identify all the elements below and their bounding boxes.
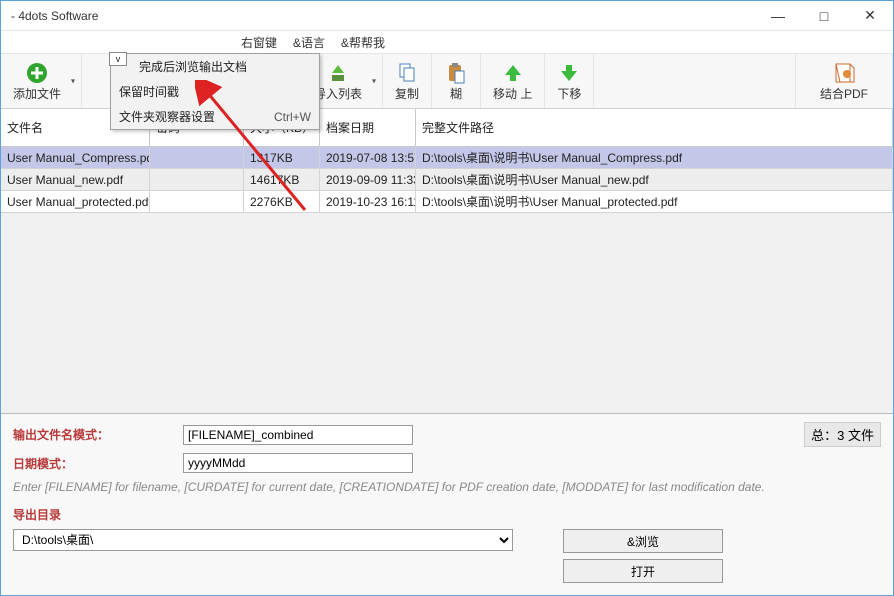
move-down-label: 下移 (557, 85, 581, 102)
window-title: - 4dots Software (11, 9, 98, 23)
hint-text: Enter [FILENAME] for filename, [CURDATE]… (13, 479, 881, 496)
cell-date: 2019-09-09 11:33:50 (320, 169, 416, 190)
col-path[interactable]: 完整文件路径 (416, 109, 893, 146)
cell-date: 2019-10-23 16:11:30 (320, 191, 416, 212)
add-file-label: 添加文件 (13, 85, 61, 102)
paste-label: 糊 (450, 85, 462, 102)
cell-date: 2019-07-08 13:57:42 (320, 147, 416, 168)
dropdown-item-timestamp[interactable]: 保留时间戳 (111, 79, 319, 104)
minimize-button[interactable]: — (755, 1, 801, 31)
cell-name: User Manual_new.pdf (1, 169, 150, 190)
date-pattern-input[interactable] (183, 453, 413, 473)
table-row[interactable]: User Manual_protected.pdf 2276KB2019-10-2… (1, 191, 893, 213)
dropdown-arrow-icon[interactable]: ▾ (372, 77, 376, 86)
copy-icon (395, 61, 419, 85)
output-pattern-label: 输出文件名模式： (13, 426, 183, 443)
table-row[interactable]: User Manual_Compress.pdf 1317KB2019-07-08… (1, 147, 893, 169)
import-list-label: 导入列表 (314, 85, 362, 102)
arrow-down-icon (557, 61, 581, 85)
copy-label: 复制 (395, 85, 419, 102)
cell-path: D:\tools\桌面\说明书\User Manual_Compress.pdf (416, 147, 893, 168)
menu-language[interactable]: &语言 (293, 34, 325, 51)
bottom-panel: 输出文件名模式： 总：3 文件 日期模式： Enter [FILENAME] f… (1, 413, 893, 595)
export-dir-label: 导出目录 (13, 506, 881, 523)
cell-size: 2276KB (244, 191, 320, 212)
col-date[interactable]: 档案日期 (320, 109, 416, 146)
empty-area (1, 213, 893, 413)
import-icon (326, 61, 350, 85)
menubar: 右窗键 &语言 &帮帮我 (1, 31, 893, 53)
cell-pass (150, 191, 244, 212)
open-button[interactable]: 打开 (563, 559, 723, 583)
cell-path: D:\tools\桌面\说明书\User Manual_protected.pd… (416, 191, 893, 212)
move-down-button[interactable]: 下移 (545, 54, 594, 108)
menu-help[interactable]: &帮帮我 (341, 34, 385, 51)
copy-button[interactable]: 复制 (383, 54, 432, 108)
cell-path: D:\tools\桌面\说明书\User Manual_new.pdf (416, 169, 893, 190)
close-button[interactable]: ✕ (847, 1, 893, 31)
dropdown-arrow-icon[interactable]: ▾ (71, 77, 75, 86)
total-files-label: 总：3 文件 (804, 422, 881, 447)
options-dropdown: v 完成后浏览输出文档 保留时间戳 文件夹观察器设置 Ctrl+W (110, 53, 320, 130)
export-dir-select[interactable]: D:\tools\桌面\ (13, 529, 513, 551)
table-row[interactable]: User Manual_new.pdf 14617KB2019-09-09 11:… (1, 169, 893, 191)
cell-size: 14617KB (244, 169, 320, 190)
move-up-button[interactable]: 移动 上 (481, 54, 545, 108)
paste-icon (444, 61, 468, 85)
menu-right[interactable]: 右窗键 (241, 34, 277, 51)
cell-pass (150, 169, 244, 190)
plus-icon (25, 61, 49, 85)
cell-pass (150, 147, 244, 168)
combine-pdf-button[interactable]: 结合PDF (795, 54, 893, 108)
cell-name: User Manual_Compress.pdf (1, 147, 150, 168)
maximize-button[interactable]: □ (801, 1, 847, 31)
titlebar: - 4dots Software — □ ✕ (1, 1, 893, 31)
output-pattern-input[interactable] (183, 425, 413, 445)
paste-button[interactable]: 糊 (432, 54, 481, 108)
checkbox-icon[interactable]: v (109, 52, 127, 66)
cell-size: 1317KB (244, 147, 320, 168)
cell-name: User Manual_protected.pdf (1, 191, 150, 212)
window-controls: — □ ✕ (755, 1, 893, 31)
combine-pdf-label: 结合PDF (820, 85, 868, 102)
dropdown-item-preview[interactable]: v 完成后浏览输出文档 (111, 54, 319, 79)
date-pattern-label: 日期模式： (13, 455, 183, 472)
move-up-label: 移动 上 (493, 85, 532, 102)
pdf-icon (832, 61, 856, 85)
dropdown-item-watcher[interactable]: 文件夹观察器设置 Ctrl+W (111, 104, 319, 129)
browse-button[interactable]: &浏览 (563, 529, 723, 553)
add-file-button[interactable]: 添加文件 ▾ (1, 54, 82, 108)
arrow-up-icon (501, 61, 525, 85)
